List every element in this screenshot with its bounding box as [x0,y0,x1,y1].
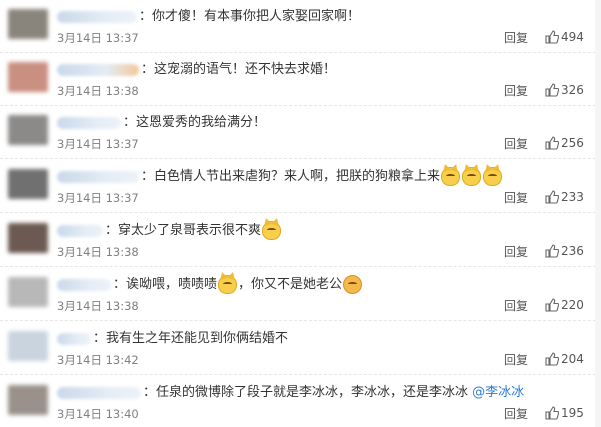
username[interactable] [57,116,121,129]
comment-time: 3月14日 13:42 [57,353,139,367]
username[interactable] [57,170,139,183]
like-button[interactable]: 195 [545,405,584,422]
thumbs-up-icon [545,406,559,420]
cat-emoji-icon [218,275,238,294]
reply-button[interactable]: 回复 [504,406,528,422]
reply-button[interactable]: 回复 [504,190,528,206]
avatar[interactable] [8,331,48,361]
avatar[interactable] [8,9,48,39]
cat-emoji-icon [441,167,461,186]
comment-text: ：穿太少了泉哥表示很不爽 [105,223,262,238]
like-button[interactable]: 494 [545,29,584,46]
like-button[interactable]: 220 [545,297,584,314]
comment-time: 3月14日 13:37 [57,31,139,45]
comment-line: ：你才傻！有本事你把人家娶回家啊！ [57,7,360,27]
comment-item: ：穿太少了泉哥表示很不爽 3月14日 13:38 回复 236 [0,214,601,267]
like-count: 236 [561,244,584,258]
comment-line: ：诶呦喂，啧啧啧 ，你又不是她老公 [57,275,363,295]
comment-text: ：这恩爱秀的我给满分！ [123,115,267,130]
reply-button[interactable]: 回复 [504,83,528,99]
comment-line: ：白色情人节出来虐狗？来人啊，把朕的狗粮拿上来 [57,167,503,187]
like-count: 195 [561,406,584,420]
username[interactable] [57,63,139,76]
comment-time: 3月14日 13:38 [57,84,139,98]
like-count: 204 [561,352,584,366]
like-count: 256 [561,136,584,150]
comment-time: 3月14日 13:38 [57,299,139,313]
cat-emoji-icon [483,167,503,186]
reply-button[interactable]: 回复 [504,244,528,260]
comment-line: ：穿太少了泉哥表示很不爽 [57,221,282,241]
comment-item: ：你才傻！有本事你把人家娶回家啊！ 3月14日 13:37 回复 494 [0,0,601,53]
like-count: 494 [561,30,584,44]
comment-item: ：任泉的微博除了段子就是李冰冰，李冰冰，还是李冰冰 @李冰冰 3月14日 13:… [0,376,601,427]
cat-emoji-icon [462,167,482,186]
mention-link[interactable]: @李冰冰 [472,385,524,400]
blush-emoji-icon [343,275,363,294]
reply-button[interactable]: 回复 [504,352,528,368]
avatar[interactable] [8,277,48,307]
comment-time: 3月14日 13:40 [57,407,139,421]
thumbs-up-icon [545,244,559,258]
comment-line: ：这宠溺的语气！还不快去求婚！ [57,60,336,80]
comment-item: ：诶呦喂，啧啧啧 ，你又不是她老公 3月14日 13:38 回复 220 [0,268,601,321]
like-count: 220 [561,298,584,312]
like-button[interactable]: 236 [545,243,584,260]
avatar[interactable] [8,169,48,199]
reply-button[interactable]: 回复 [504,298,528,314]
username[interactable] [57,10,137,23]
comment-text: ，你又不是她老公 [238,277,343,292]
thumbs-up-icon [545,30,559,44]
avatar[interactable] [8,223,48,253]
thumbs-up-icon [545,352,559,366]
thumbs-up-icon [545,136,559,150]
comment-text: ：我有生之年还能见到你俩结婚不 [93,331,289,346]
avatar[interactable] [8,385,48,415]
username[interactable] [57,278,111,291]
reply-button[interactable]: 回复 [504,136,528,152]
thumbs-up-icon [545,83,559,97]
thumbs-up-icon [545,190,559,204]
comment-time: 3月14日 13:37 [57,191,139,205]
cat-emoji-icon [262,221,282,240]
username[interactable] [57,332,91,345]
username[interactable] [57,386,141,399]
avatar[interactable] [8,115,48,145]
scrollbar-track[interactable] [595,0,601,427]
comment-line: ：我有生之年还能见到你俩结婚不 [57,329,288,349]
comment-line: ：这恩爱秀的我给满分！ [57,113,266,133]
like-button[interactable]: 204 [545,351,584,368]
comment-time: 3月14日 13:37 [57,137,139,151]
comment-time: 3月14日 13:38 [57,245,139,259]
like-button[interactable]: 233 [545,189,584,206]
comment-item: ：我有生之年还能见到你俩结婚不 3月14日 13:42 回复 204 [0,322,601,375]
comment-list: ：你才傻！有本事你把人家娶回家啊！ 3月14日 13:37 回复 494 ：这宠… [0,0,601,427]
comment-text: ：任泉的微博除了段子就是李冰冰，李冰冰，还是李冰冰 [143,385,469,400]
comment-item: ：这恩爱秀的我给满分！ 3月14日 13:37 回复 256 [0,106,601,159]
like-button[interactable]: 256 [545,135,584,152]
like-count: 326 [561,83,584,97]
like-button[interactable]: 326 [545,82,584,99]
reply-button[interactable]: 回复 [504,30,528,46]
comment-item: ：白色情人节出来虐狗？来人啊，把朕的狗粮拿上来 3月14日 13:37 回复 2… [0,160,601,213]
comment-text: ：你才傻！有本事你把人家娶回家啊！ [139,9,361,24]
like-count: 233 [561,190,584,204]
comment-line: ：任泉的微博除了段子就是李冰冰，李冰冰，还是李冰冰 @李冰冰 [57,383,524,403]
thumbs-up-icon [545,298,559,312]
username[interactable] [57,224,103,237]
avatar[interactable] [8,62,48,92]
comment-item: ：这宠溺的语气！还不快去求婚！ 3月14日 13:38 回复 326 [0,53,601,106]
comment-text: ：白色情人节出来虐狗？来人啊，把朕的狗粮拿上来 [141,169,441,184]
comment-text: ：诶呦喂，啧啧啧 [113,277,218,292]
comment-text: ：这宠溺的语气！还不快去求婚！ [141,62,337,77]
